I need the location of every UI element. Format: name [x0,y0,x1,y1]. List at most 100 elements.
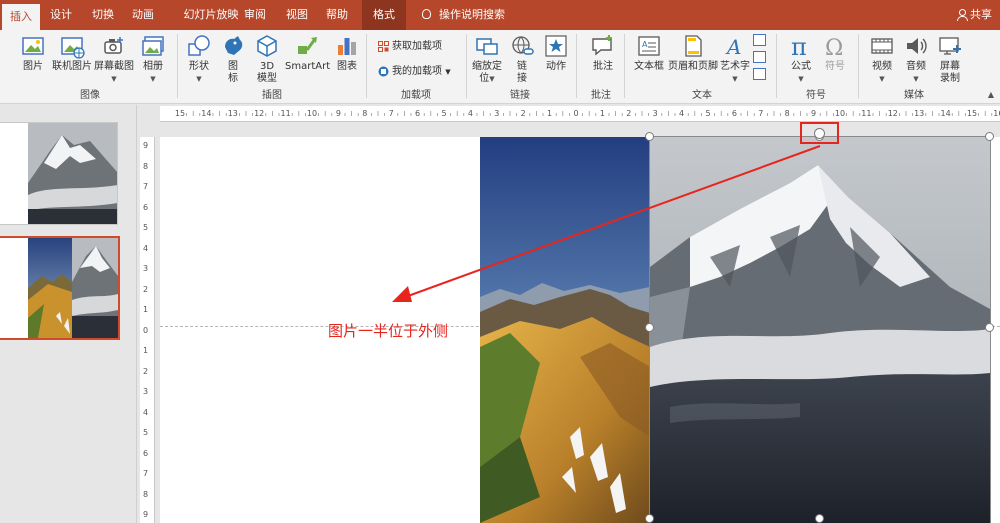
album-button[interactable]: 相册 ▼ [140,33,166,85]
screen-recording-button[interactable]: 屏幕 录制 [937,33,963,85]
ruler-label: 9 [143,510,149,519]
slide-canvas[interactable]: 图片一半位于外侧 [160,122,1000,523]
group-separator [858,34,859,98]
tab-transitions[interactable]: 切换 [88,0,118,30]
zoom-label-1: 缩放定 [472,61,502,72]
tab-insert[interactable]: 插入 [2,4,40,30]
smartart-icon [297,37,317,54]
album-icon [142,36,164,56]
cube-icon [257,35,277,57]
screenshot-button[interactable]: 屏幕截图 ▼ [94,33,134,85]
resize-handle-top-left[interactable] [645,132,654,141]
ruler-label: 5 [705,109,711,118]
zoom-button[interactable]: 缩放定 位▼ [472,33,502,85]
tab-slideshow[interactable]: 幻灯片放映 [171,0,251,30]
online-picture-button[interactable]: 联机图片 [52,33,92,73]
tell-me-search[interactable]: 操作说明搜索 [422,0,505,30]
get-addins-button[interactable]: 获取加载项 [378,40,442,54]
comment-button[interactable]: 批注 [590,33,616,73]
header-footer-label: 页眉和页脚 [668,61,718,72]
group-separator [776,34,777,98]
wordart-button[interactable]: A 艺术字 ▼ [720,33,750,85]
tab-review[interactable]: 审阅 [240,0,270,30]
chevron-down-icon: ▼ [913,75,919,83]
3d-model-label-1: 3D [259,61,275,72]
slide-thumbnail-2[interactable] [0,236,120,340]
symbol-button[interactable]: Ω 符号 [822,33,848,73]
ruler-label: 6 [731,109,737,118]
shapes-label: 形状 [189,61,209,72]
smartart-button[interactable]: SmartArt [285,33,330,73]
screen-rec-label-1: 屏幕 [940,61,960,72]
resize-handle-right[interactable] [985,323,994,332]
textbox-label: 文本框 [634,61,664,72]
group-label-text: 文本 [692,90,712,101]
date-time-icon[interactable] [753,34,766,46]
smartart-label: SmartArt [285,61,331,72]
icons-button[interactable]: 图标 [220,33,246,85]
rotation-handle[interactable] [814,128,825,139]
zoom-label-2: 位 [479,73,490,84]
slide-thumbnail-1[interactable] [0,122,118,225]
group-label-illustrations: 插图 [262,90,282,101]
share-button[interactable]: 共享 [957,0,992,30]
speaker-icon [907,38,927,54]
get-addins-label: 获取加载项 [392,41,442,52]
ruler-label: 12 [887,109,898,118]
tab-animations[interactable]: 动画 [128,0,158,30]
shapes-button[interactable]: 形状 ▼ [186,33,212,85]
link-label-1: 链 [517,61,527,72]
group-separator [624,34,625,98]
resize-handle-top-right[interactable] [985,132,994,141]
picture-button[interactable]: 图片 [20,33,46,73]
tab-design[interactable]: 设计 [46,0,76,30]
ruler-label: 1 [599,109,605,118]
slide-picture-colorful-mountain[interactable] [480,137,650,523]
group-separator [576,34,577,98]
my-addins-button[interactable]: 我的加载项 ▼ [378,65,451,79]
3d-model-button[interactable]: 3D 模型 [254,33,280,85]
ruler-label: 6 [415,109,421,118]
resize-handle-bottom[interactable] [815,514,824,523]
3d-model-label-2: 模型 [257,73,277,84]
ruler-label: 14 [201,109,212,118]
group-separator [177,34,178,98]
resize-handle-bottom-left[interactable] [645,514,654,523]
ruler-label: 13 [914,109,925,118]
group-label-images: 图像 [80,90,100,101]
link-button[interactable]: 链接 [509,33,535,85]
chart-button[interactable]: 图表 [334,33,360,73]
audio-button[interactable]: 音频 ▼ [903,33,929,85]
tab-help[interactable]: 帮助 [322,0,352,30]
horizontal-ruler: 15 14 13 12 11 10 9 8 7 6 5 4 3 2 1 0 1 2 3 4 5 6 7 8 9 10 11 12 13 1… [160,106,1000,122]
tab-format[interactable]: 格式 [362,0,406,30]
resize-handle-left[interactable] [645,323,654,332]
online-picture-icon [61,37,85,59]
action-button[interactable]: 动作 [543,33,569,73]
video-button[interactable]: 视频 ▼ [869,33,895,85]
group-label-comments: 批注 [591,90,611,101]
snow-mountain-graphic [650,137,990,523]
slide-picture-snow-mountain[interactable] [650,137,990,523]
tab-view[interactable]: 视图 [282,0,312,30]
textbox-button[interactable]: A 文本框 [634,33,664,73]
icons-icon [225,36,243,55]
icons-label-2: 标 [228,73,238,84]
wordart-label: 艺术字 [720,61,750,72]
annotation-text: 图片一半位于外侧 [328,322,449,340]
group-separator [466,34,467,98]
collapse-ribbon-icon[interactable]: ▲ [988,90,994,99]
video-label: 视频 [872,61,892,72]
link-label-2: 接 [517,73,527,84]
chevron-down-icon: ▼ [732,75,738,83]
slide-number-icon[interactable] [753,51,766,63]
object-icon[interactable] [753,68,766,80]
ruler-label: 3 [494,109,500,118]
screen-record-icon [939,37,961,55]
ruler-label: 1 [547,109,553,118]
equation-button[interactable]: π 公式 ▼ [788,33,814,85]
ruler-label: 0 [143,325,149,335]
header-footer-button[interactable]: 页眉和页脚 [668,33,718,73]
group-label-links: 链接 [510,90,530,101]
mountain-thumbnail-2 [28,238,118,338]
